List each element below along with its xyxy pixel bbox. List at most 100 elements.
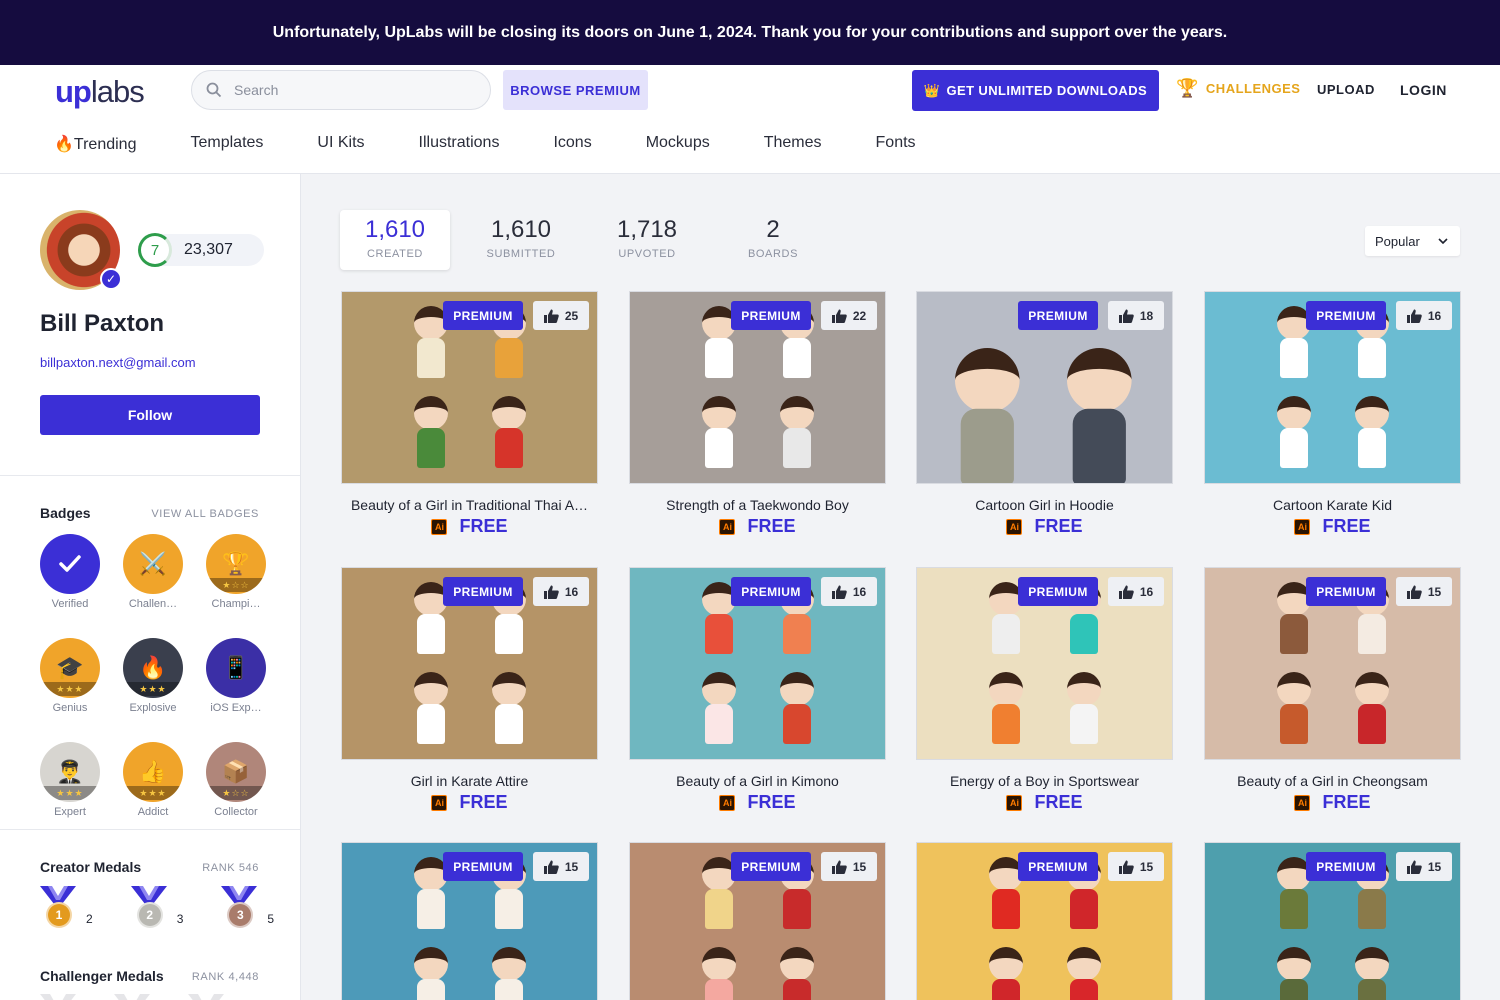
character-illustration	[989, 947, 1023, 1000]
shot-card[interactable]: PREMIUM 15 Beauty of a Girl in Cheongsam Ai…	[1204, 567, 1461, 813]
badge-explosive[interactable]: 🔥 ★★★ Explosive	[123, 638, 183, 714]
shot-thumbnail[interactable]: PREMIUM 15	[341, 842, 598, 1000]
character-body	[705, 979, 733, 1000]
profile-email[interactable]: billpaxton.next@gmail.com	[40, 355, 196, 370]
view-all-badges-link[interactable]: VIEW ALL BADGES	[151, 508, 259, 520]
premium-tag: PREMIUM	[443, 852, 523, 881]
like-count: 15	[852, 859, 867, 874]
shot-title[interactable]: Beauty of a Girl in Kimono	[629, 773, 886, 789]
search-box[interactable]	[191, 70, 491, 110]
nav-templates[interactable]: Templates	[190, 134, 263, 154]
character-head	[1355, 396, 1389, 430]
level-ring: 7	[138, 233, 172, 267]
nav-icons[interactable]: Icons	[553, 134, 591, 154]
shot-title[interactable]: Strength of a Taekwondo Boy	[629, 497, 886, 513]
shot-title[interactable]: Girl in Karate Attire	[341, 773, 598, 789]
shot-card[interactable]: PREMIUM 16 Beauty of a Girl in Kimono Ai FRE…	[629, 567, 886, 813]
shot-title[interactable]: Energy of a Boy in Sportswear	[916, 773, 1173, 789]
shot-thumbnail[interactable]: PREMIUM 15	[1204, 567, 1461, 760]
like-button[interactable]: 25	[533, 301, 589, 330]
character-body	[1280, 428, 1308, 468]
search-input[interactable]	[234, 82, 464, 98]
shot-card[interactable]: PREMIUM 25 Beauty of a Girl in Traditional…	[341, 291, 598, 537]
badge-genius[interactable]: 🎓 ★★★ Genius	[40, 638, 100, 714]
shot-thumbnail[interactable]: PREMIUM 15	[1204, 842, 1461, 1000]
shot-thumbnail[interactable]: PREMIUM 15	[629, 842, 886, 1000]
badge-champion[interactable]: 🏆 ★☆☆ Champi…	[206, 534, 266, 610]
medal-coin: 3	[227, 902, 254, 928]
sort-select[interactable]: Popular	[1365, 226, 1460, 256]
character-illustration	[1067, 348, 1132, 483]
like-button[interactable]: 15	[533, 852, 589, 881]
upload-link[interactable]: UPLOAD	[1317, 82, 1375, 97]
badge-addict[interactable]: 👍 ★★★ Addict	[123, 742, 183, 818]
thumbs-up-icon	[1406, 860, 1422, 874]
like-button[interactable]: 22	[821, 301, 877, 330]
nav-fonts[interactable]: Fonts	[876, 134, 916, 154]
like-count: 16	[1139, 584, 1154, 599]
nav-themes[interactable]: Themes	[764, 134, 822, 154]
shot-title[interactable]: Beauty of a Girl in Traditional Thai A…	[341, 497, 598, 513]
login-link[interactable]: LOGIN	[1400, 82, 1447, 98]
nav-mockups[interactable]: Mockups	[646, 134, 710, 154]
badge-verified[interactable]: Verified	[40, 534, 100, 610]
shot-card[interactable]: PREMIUM 16 Girl in Karate Attire Ai FREE	[341, 567, 598, 813]
badge-collector[interactable]: 📦 ★☆☆ Collector	[206, 742, 266, 818]
challenges-link[interactable]: 🏆 CHALLENGES	[1176, 78, 1300, 99]
tab-upvoted[interactable]: 1,718 UPVOTED	[592, 210, 702, 270]
shot-thumbnail[interactable]: PREMIUM 18	[916, 291, 1173, 484]
badge-expert[interactable]: 👨‍✈️ ★★★ Expert	[40, 742, 100, 818]
character-head	[492, 396, 526, 430]
shot-card[interactable]: PREMIUM 15	[916, 842, 1173, 1000]
shot-card[interactable]: PREMIUM 22 Strength of a Taekwondo Boy Ai FR…	[629, 291, 886, 537]
like-button[interactable]: 15	[1108, 852, 1164, 881]
shot-card[interactable]: PREMIUM 18 Cartoon Girl in Hoodie Ai FREE	[916, 291, 1173, 537]
avatar[interactable]: ✓	[40, 210, 122, 290]
uplabs-logo[interactable]: up labs	[55, 74, 145, 110]
shot-thumbnail[interactable]: PREMIUM 15	[916, 842, 1173, 1000]
browse-premium-button[interactable]: BROWSE PREMIUM	[503, 70, 648, 110]
like-button[interactable]: 15	[1396, 577, 1452, 606]
shot-thumbnail[interactable]: PREMIUM 25	[341, 291, 598, 484]
get-unlimited-label: GET UNLIMITED DOWNLOADS	[946, 83, 1148, 98]
nav-illustrations[interactable]: Illustrations	[419, 134, 500, 154]
like-button[interactable]: 15	[1396, 852, 1452, 881]
like-button[interactable]: 18	[1108, 301, 1164, 330]
badge-label: Champi…	[211, 598, 261, 610]
character-illustration	[955, 348, 1020, 483]
get-unlimited-downloads-button[interactable]: 👑 GET UNLIMITED DOWNLOADS	[912, 70, 1159, 111]
like-button[interactable]: 16	[1108, 577, 1164, 606]
character-illustration	[780, 947, 814, 1000]
like-button[interactable]: 16	[1396, 301, 1452, 330]
character-head	[492, 672, 526, 706]
character-body	[960, 408, 1014, 483]
shot-thumbnail[interactable]: PREMIUM 16	[916, 567, 1173, 760]
like-button[interactable]: 16	[533, 577, 589, 606]
like-button[interactable]: 15	[821, 852, 877, 881]
shot-card[interactable]: PREMIUM 16 Cartoon Karate Kid Ai FREE	[1204, 291, 1461, 537]
like-button[interactable]: 16	[821, 577, 877, 606]
nav-trending[interactable]: 🔥Trending	[54, 134, 136, 154]
shot-thumbnail[interactable]: PREMIUM 22	[629, 291, 886, 484]
shot-card[interactable]: PREMIUM 16 Energy of a Boy in Sportswear Ai…	[916, 567, 1173, 813]
nav-ui-kits[interactable]: UI Kits	[317, 134, 364, 154]
tab-boards[interactable]: 2 BOARDS	[718, 210, 828, 270]
tab-submitted[interactable]: 1,610 SUBMITTED	[466, 210, 576, 270]
tab-created[interactable]: 1,610 CREATED	[340, 210, 450, 270]
shot-card[interactable]: PREMIUM 15	[1204, 842, 1461, 1000]
character-illustration	[492, 396, 526, 468]
shot-title[interactable]: Cartoon Girl in Hoodie	[916, 497, 1173, 513]
shot-card[interactable]: PREMIUM 15	[341, 842, 598, 1000]
shot-thumbnail[interactable]: PREMIUM 16	[341, 567, 598, 760]
badge-challenger[interactable]: ⚔️ Challen…	[123, 534, 183, 610]
shot-thumbnail[interactable]: PREMIUM 16	[629, 567, 886, 760]
shot-card[interactable]: PREMIUM 15	[629, 842, 886, 1000]
thumbs-up-icon	[543, 585, 559, 599]
character-body	[495, 979, 523, 1000]
premium-tag: PREMIUM	[1018, 577, 1098, 606]
badge-ios-expert[interactable]: 📱 iOS Exp…	[206, 638, 266, 714]
shot-title[interactable]: Cartoon Karate Kid	[1204, 497, 1461, 513]
shot-title[interactable]: Beauty of a Girl in Cheongsam	[1204, 773, 1461, 789]
follow-button[interactable]: Follow	[40, 395, 260, 435]
shot-thumbnail[interactable]: PREMIUM 16	[1204, 291, 1461, 484]
